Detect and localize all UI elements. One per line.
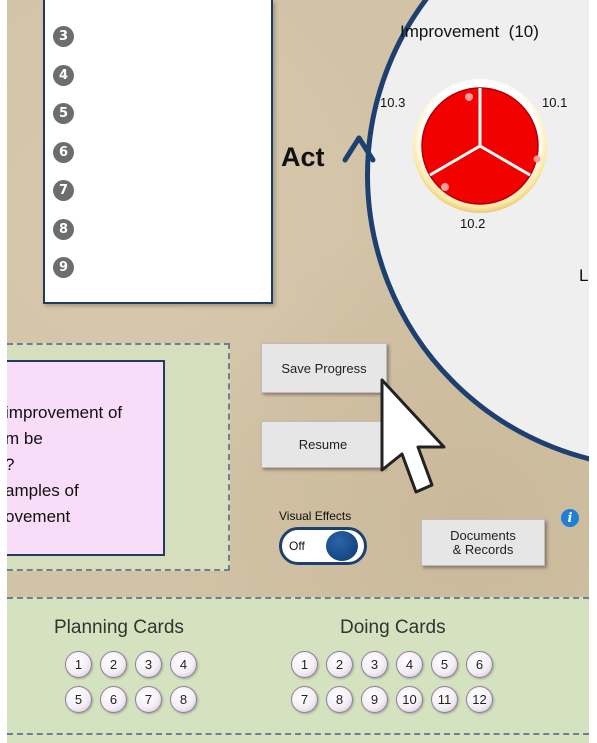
segment-label-10-3: 10.3 xyxy=(380,95,406,110)
info-icon[interactable]: i xyxy=(561,509,579,527)
doing-card-8[interactable]: 8 xyxy=(326,686,353,713)
question-note-card: improvement of m be ? amples of ovement xyxy=(7,360,165,556)
planning-card-8[interactable]: 8 xyxy=(170,686,197,713)
doing-card-10[interactable]: 10 xyxy=(396,686,423,713)
save-progress-button[interactable]: Save Progress xyxy=(261,343,387,393)
doing-card-12[interactable]: 12 xyxy=(466,686,493,713)
improvement-count: (10) xyxy=(508,22,539,41)
planning-cards-title: Planning Cards xyxy=(54,617,184,638)
list-number-badge: 6 xyxy=(53,142,74,163)
doing-card-5[interactable]: 5 xyxy=(431,651,458,678)
planning-card-1[interactable]: 1 xyxy=(65,651,92,678)
act-label: Act xyxy=(281,142,325,172)
doing-card-2[interactable]: 2 xyxy=(326,651,353,678)
documents-label-line2: & Records xyxy=(452,541,514,557)
planning-card-3[interactable]: 3 xyxy=(135,651,162,678)
planning-card-6[interactable]: 6 xyxy=(100,686,127,713)
list-number-badge: 3 xyxy=(53,26,74,47)
planning-card-5[interactable]: 5 xyxy=(65,686,92,713)
note-text: improvement of m be ? amples of ovement xyxy=(7,400,122,530)
toggle-state-text: Off xyxy=(289,539,305,553)
doing-card-4[interactable]: 4 xyxy=(396,651,423,678)
visual-effects-toggle[interactable]: Off xyxy=(279,527,367,565)
segment-label-10-2: 10.2 xyxy=(460,216,486,231)
planning-card-7[interactable]: 7 xyxy=(135,686,162,713)
note-line: amples of xyxy=(7,481,79,500)
numbered-list-card: 3 4 5 6 7 8 9 xyxy=(43,0,273,304)
doing-card-3[interactable]: 3 xyxy=(361,651,388,678)
segment-label-10-1: 10.1 xyxy=(542,95,568,110)
note-line: improvement of xyxy=(7,403,123,422)
list-number-badge: 4 xyxy=(53,65,74,86)
doing-card-1[interactable]: 1 xyxy=(291,651,318,678)
doing-card-9[interactable]: 9 xyxy=(361,686,388,713)
documents-records-button[interactable]: Documents & Records xyxy=(421,519,545,566)
cycle-phase-label-cut: Le xyxy=(579,266,589,285)
game-board: 3 4 5 6 7 8 9 Act Improvement (10) 10.1 … xyxy=(7,0,589,743)
visual-effects-label: Visual Effects xyxy=(279,509,352,523)
doing-card-7[interactable]: 7 xyxy=(291,686,318,713)
improvement-pie[interactable] xyxy=(411,77,549,215)
list-number-badge: 8 xyxy=(53,219,74,240)
card-tray-bottom-border xyxy=(7,733,589,735)
toggle-knob[interactable] xyxy=(326,531,358,561)
mouse-pointer-icon xyxy=(380,378,446,494)
list-number-badge: 5 xyxy=(53,103,74,124)
doing-card-6[interactable]: 6 xyxy=(466,651,493,678)
list-number-badge: 7 xyxy=(53,180,74,201)
planning-card-2[interactable]: 2 xyxy=(100,651,127,678)
improvement-heading: Improvement (10) xyxy=(400,22,539,42)
note-line: ovement xyxy=(7,507,71,526)
note-line: ? xyxy=(7,455,14,474)
planning-card-4[interactable]: 4 xyxy=(170,651,197,678)
documents-label-line1: Documents xyxy=(450,527,516,543)
doing-cards-title: Doing Cards xyxy=(340,617,446,638)
note-line: m be xyxy=(7,429,43,448)
improvement-title-text: Improvement xyxy=(400,22,500,41)
doing-card-11[interactable]: 11 xyxy=(431,686,458,713)
list-number-badge: 9 xyxy=(53,257,74,278)
act-arrow-icon xyxy=(342,135,376,163)
resume-button[interactable]: Resume xyxy=(261,421,385,468)
